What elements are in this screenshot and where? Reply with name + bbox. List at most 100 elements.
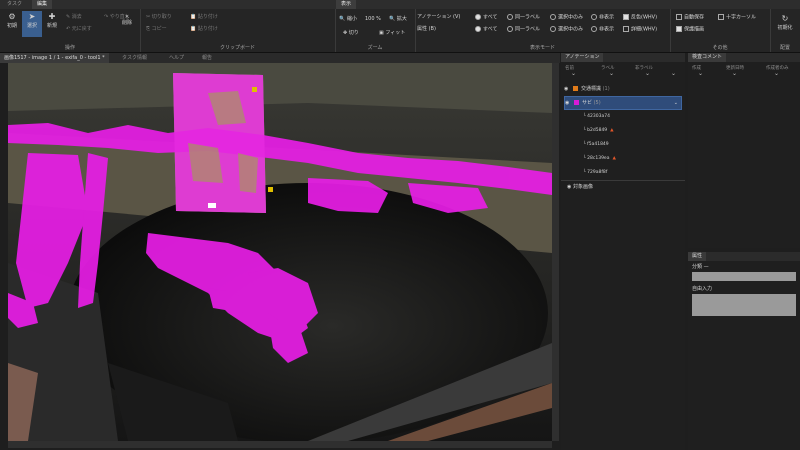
attribute-selected-radio[interactable]: 選択中のみ xyxy=(550,26,583,33)
new-button[interactable]: ✚ 新規 xyxy=(42,11,62,37)
erase-button[interactable]: ✎ 消去 xyxy=(66,14,82,20)
attribute-all-radio[interactable]: すべて xyxy=(475,26,497,33)
tab-view[interactable]: 表示 xyxy=(336,0,357,9)
layer-color-swatch xyxy=(572,86,578,91)
operation-group-label: 操作 xyxy=(64,45,75,51)
crop-icon: ✥ xyxy=(343,30,348,36)
annotation-hidden-radio[interactable]: 非表示 xyxy=(591,14,614,21)
crop-button[interactable]: ✥ 切り xyxy=(343,30,359,36)
tab-report[interactable]: 報告 xyxy=(198,53,216,63)
annotation-panel-tab[interactable]: アノテーション xyxy=(561,53,604,62)
eye-icon[interactable]: ◉ xyxy=(567,184,571,190)
layer-color-swatch xyxy=(573,100,579,105)
divider xyxy=(561,180,685,181)
display-mode-group-label: 表示モード xyxy=(529,45,555,51)
select-button[interactable]: ➤ 選択 xyxy=(22,11,42,37)
fit-icon: ▣ xyxy=(379,30,384,36)
vertical-scrollbar[interactable] xyxy=(552,63,559,441)
detail-checkbox[interactable]: 詳細(WHV) xyxy=(623,26,657,33)
color-checkbox[interactable]: 反色(WHV) xyxy=(623,14,657,21)
layer-item[interactable]: ◉ 交通標識 (1) xyxy=(564,83,682,95)
chevron-down-icon[interactable]: ⌄ xyxy=(774,70,779,77)
attribute-panel: 属性 分類 — 自由入力 xyxy=(688,252,800,450)
magnifier-plus-icon: 🔍 xyxy=(389,16,396,22)
paste-special-button[interactable]: 📋 貼り付け xyxy=(190,26,218,32)
operation-group: ⚙ 初期 ➤ 選択 ✚ 新規 ✎ 消去 ↶ 元に戻す ↷ やり直し ✕ 削除 操作 xyxy=(0,9,141,52)
protect-draw-checkbox[interactable]: 保護描画 xyxy=(676,26,704,33)
eye-icon[interactable]: ◉ xyxy=(564,86,568,92)
attribute-mode-label: 属性 (B) xyxy=(417,26,436,32)
free-input-field[interactable] xyxy=(692,294,796,316)
zoom-group-label: ズーム xyxy=(367,45,383,51)
gear-icon: ⚙ xyxy=(8,12,16,21)
chevron-down-icon[interactable]: ⌄ xyxy=(732,70,737,77)
init-button[interactable]: ⚙ 初期 xyxy=(2,11,22,37)
zoom-group: 🔍 縮小 100 % 🔍 拡大 ✥ 切り ▣ フィット ズーム xyxy=(335,9,416,52)
list-item[interactable]: └ b2d5849 ▲ xyxy=(583,128,614,133)
vehicle-undercarriage-image xyxy=(8,63,552,441)
plus-icon: ✚ xyxy=(48,12,56,21)
delete-button[interactable]: ✕ 削除 xyxy=(122,14,132,26)
reset-layout-button[interactable]: ↻ 初期化 xyxy=(775,13,795,39)
paste-button[interactable]: 📋 貼り付け xyxy=(190,14,218,20)
warning-icon: ▲ xyxy=(612,156,616,161)
annotation-mode-label: アノテーション (V) xyxy=(417,14,461,20)
tab-edit[interactable]: 編集 xyxy=(32,0,53,9)
chevron-down-icon[interactable]: ⌄ xyxy=(609,70,614,77)
tab-image[interactable]: 画像1517 - image 1 / 1 - exifa_0 - tool1 * xyxy=(0,53,109,63)
type-label: 分類 — xyxy=(692,264,709,270)
clipboard-group-label: クリップボード xyxy=(219,45,255,51)
zoom-value[interactable]: 100 % xyxy=(365,16,381,22)
attribute-panel-tab[interactable]: 属性 xyxy=(688,252,707,261)
zoom-out-button[interactable]: 🔍 縮小 xyxy=(339,16,357,22)
attribute-hidden-radio[interactable]: 非表示 xyxy=(591,26,614,33)
ribbon-toolbar: ⚙ 初期 ➤ 選択 ✚ 新規 ✎ 消去 ↶ 元に戻す ↷ やり直し ✕ 削除 操作… xyxy=(0,9,800,53)
comment-panel: 検査コメント 作成 更新日時 作成者のみ ⌄ ⌄ ⌄ xyxy=(688,53,800,248)
zoom-in-button[interactable]: 🔍 拡大 xyxy=(389,16,407,22)
warning-icon: ▲ xyxy=(610,128,614,133)
autosave-checkbox[interactable]: 自動保存 xyxy=(676,14,704,21)
target-image-item[interactable]: ◉ 対象画像 xyxy=(567,184,593,190)
chevron-down-icon[interactable]: ⌄ xyxy=(571,70,576,77)
top-tab-strip: タスク 編集 表示 xyxy=(0,0,800,9)
magnifier-minus-icon: 🔍 xyxy=(339,16,346,22)
other-group: 自動保存 十字カーソル 保護描画 その他 xyxy=(670,9,771,52)
chevron-down-icon[interactable]: ⌄ xyxy=(698,70,703,77)
horizontal-scrollbar[interactable] xyxy=(8,441,552,448)
eye-icon[interactable]: ◉ xyxy=(565,100,569,106)
annotation-selected-radio[interactable]: 選択中のみ xyxy=(550,14,583,21)
tab-task-info[interactable]: タスク情報 xyxy=(118,53,151,63)
image-canvas[interactable] xyxy=(8,63,552,441)
annotation-all-radio[interactable]: すべて xyxy=(475,14,497,21)
col-non-label: 非ラベル xyxy=(635,66,653,71)
arrange-group: ↻ 初期化 配置 xyxy=(770,9,800,52)
chevron-down-icon[interactable]: ⌄ xyxy=(645,70,650,77)
copy-button[interactable]: ⎘ コピー xyxy=(146,26,167,32)
cut-button[interactable]: ✂ 切り取り xyxy=(146,14,172,20)
other-group-label: その他 xyxy=(712,45,728,51)
type-field[interactable] xyxy=(692,272,796,281)
chevron-down-icon[interactable]: ⌄ xyxy=(671,70,676,77)
crosshair-checkbox[interactable]: 十字カーソル xyxy=(718,14,756,21)
annotation-panel: アノテーション 名前 ラベル 非ラベル ⌄ ⌄ ⌄ ⌄ ◉ 交通標識 (1) ◉… xyxy=(561,53,685,450)
list-item[interactable]: └ 42303a74 xyxy=(583,114,610,119)
document-tabs: 画像1517 - image 1 / 1 - exifa_0 - tool1 *… xyxy=(0,53,560,63)
attribute-same-label-radio[interactable]: 同一ラベル xyxy=(507,26,540,33)
tab-help[interactable]: ヘルプ xyxy=(165,53,188,63)
tab-task[interactable]: タスク xyxy=(2,0,27,9)
clipboard-group: ✂ 切り取り ⎘ コピー 📋 貼り付け 📋 貼り付け クリップボード xyxy=(140,9,336,52)
cursor-icon: ➤ xyxy=(28,12,36,21)
list-item[interactable]: └ 729a8f8f xyxy=(583,170,607,175)
list-item[interactable]: └ f5a41849 xyxy=(583,142,609,147)
refresh-icon: ↻ xyxy=(781,14,789,23)
fit-button[interactable]: ▣ フィット xyxy=(379,30,405,36)
comment-panel-tab[interactable]: 検査コメント xyxy=(688,53,727,62)
layer-item-selected[interactable]: ◉ サビ (5) ⌄ xyxy=(564,96,682,110)
undo-button[interactable]: ↶ 元に戻す xyxy=(66,26,92,32)
display-mode-group: アノテーション (V) すべて 同一ラベル 選択中のみ 非表示 反色(WHV) … xyxy=(415,9,671,52)
list-item[interactable]: └ 28c139ea ▲ xyxy=(583,156,616,161)
free-input-label: 自由入力 xyxy=(692,286,713,292)
chevron-down-icon[interactable]: ⌄ xyxy=(674,97,678,109)
annotation-same-label-radio[interactable]: 同一ラベル xyxy=(507,14,540,21)
arrange-group-label: 配置 xyxy=(779,45,790,51)
